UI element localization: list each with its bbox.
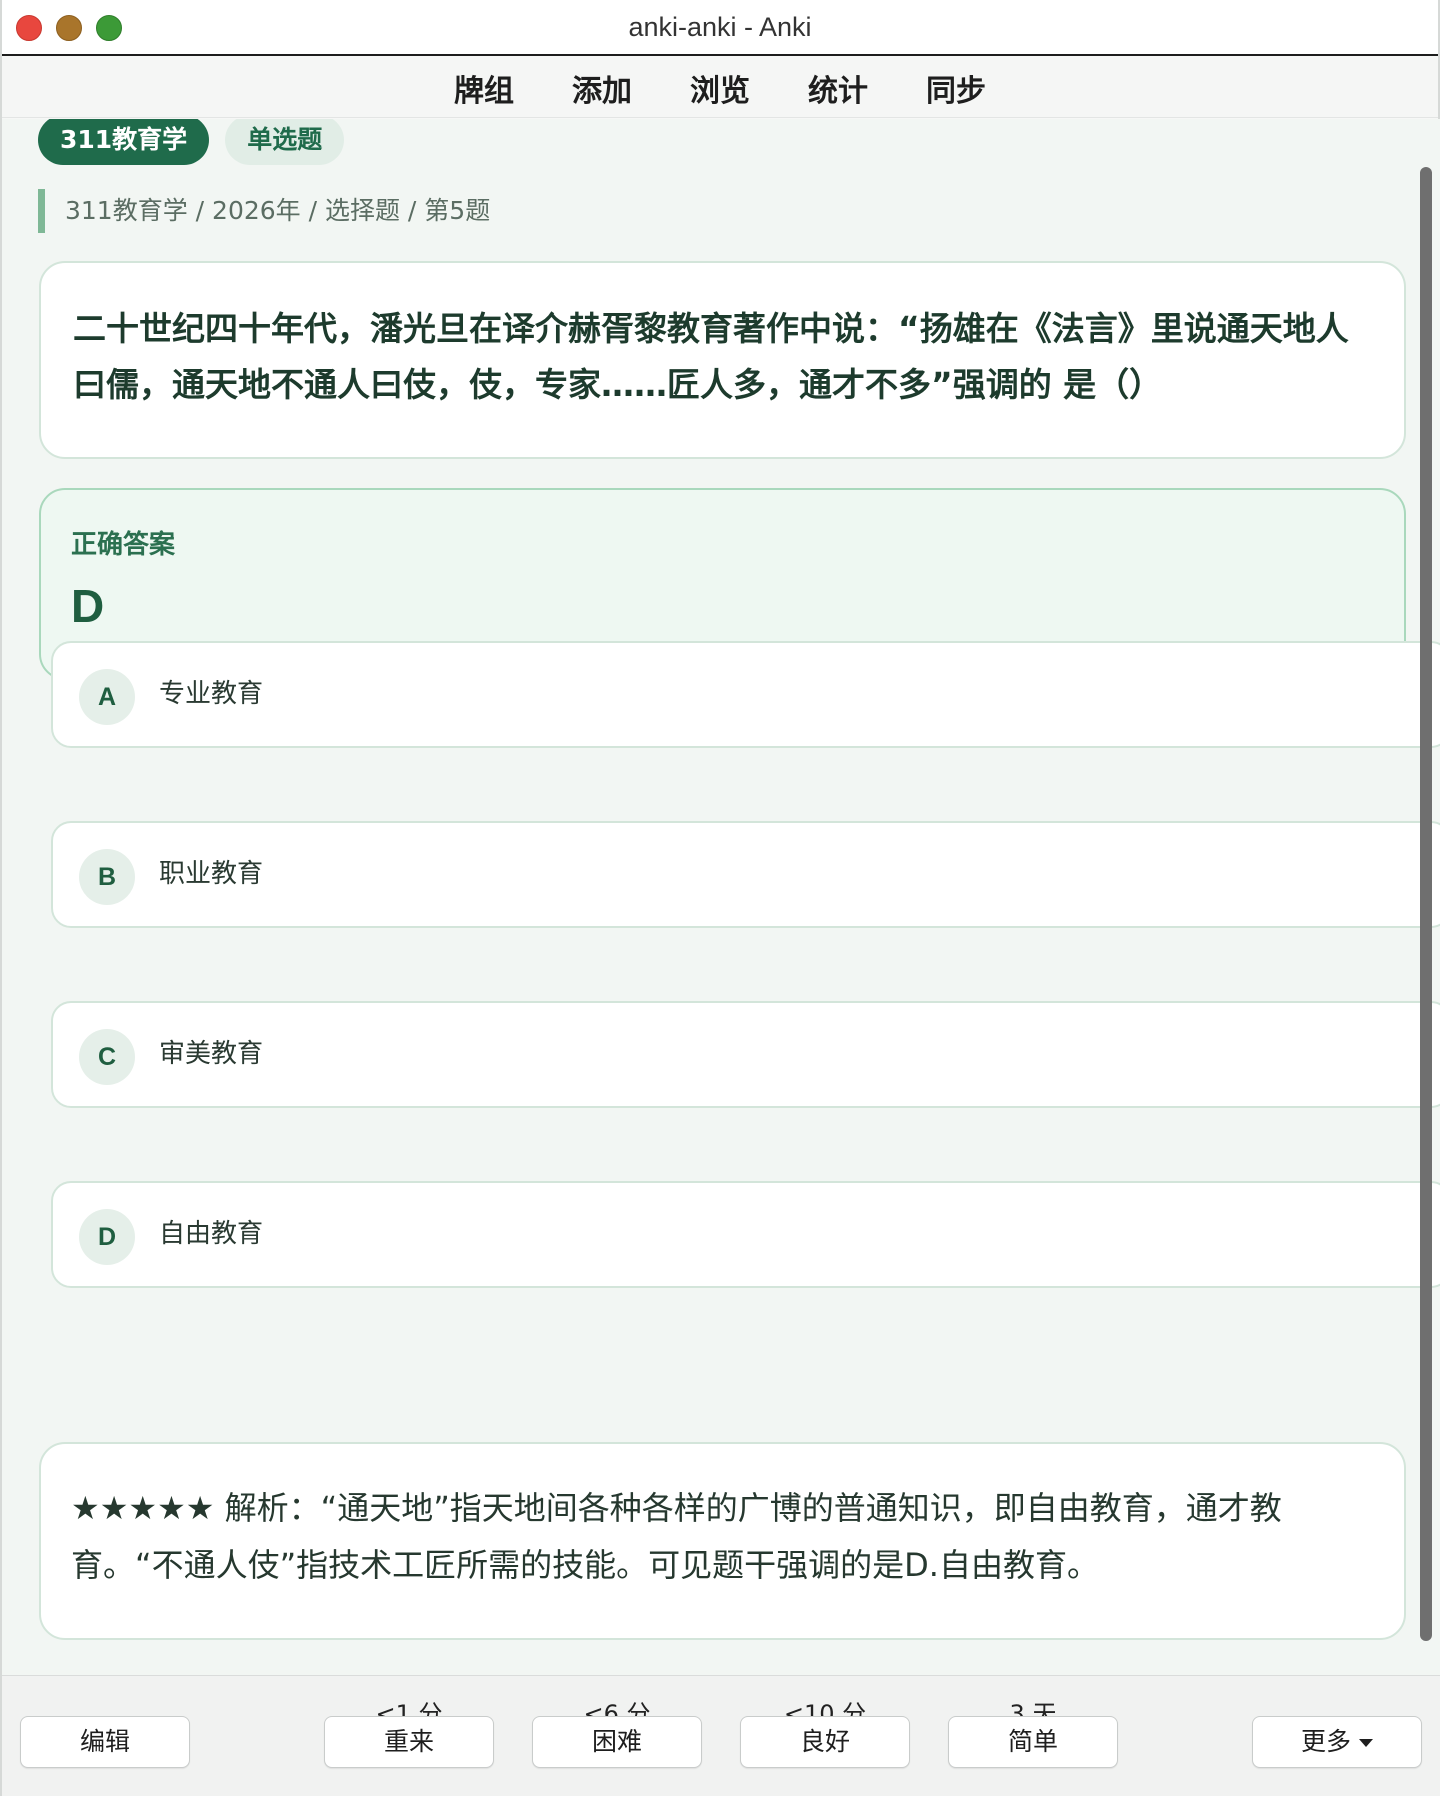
- more-label: 更多: [1300, 1727, 1351, 1756]
- answer-label: 正确答案: [71, 530, 176, 560]
- toolbar-sync[interactable]: 同步: [926, 66, 986, 110]
- again-button[interactable]: 重来: [324, 1716, 494, 1768]
- option-text: 自由教育: [159, 1219, 264, 1249]
- title-bar: anki-anki - Anki: [2, 0, 1438, 56]
- option-b[interactable]: B 职业教育: [51, 821, 1440, 928]
- option-d[interactable]: D 自由教育: [51, 1181, 1440, 1288]
- subject-tag: 311教育学: [38, 119, 210, 165]
- question-card: 二十世纪四十年代，潘光旦在译介赫胥黎教育著作中说：“扬雄在《法言》里说通天地人曰…: [39, 261, 1406, 459]
- option-letter: D: [79, 1209, 135, 1265]
- good-button[interactable]: 良好: [740, 1716, 910, 1768]
- explanation-text: ★★★★★ 解析：“通天地”指天地间各种各样的广博的普通知识，即自由教育，通才教…: [71, 1489, 1282, 1584]
- card-review-area: 311教育学 单选题 311教育学 / 2026年 / 选择题 / 第5题 二十…: [2, 119, 1440, 1675]
- vertical-scrollbar[interactable]: [1420, 167, 1432, 1641]
- edit-button[interactable]: 编辑: [20, 1716, 190, 1768]
- toolbar-decks[interactable]: 牌组: [454, 66, 514, 110]
- option-text: 审美教育: [159, 1039, 264, 1069]
- toolbar-stats[interactable]: 统计: [808, 66, 868, 110]
- option-letter: B: [79, 849, 135, 905]
- toolbar-add[interactable]: 添加: [572, 66, 632, 110]
- review-bottom-bar: 编辑 <1 分 重来 <6 分 困难 <10 分 良好 3 天 简单 更多: [2, 1675, 1440, 1796]
- easy-button[interactable]: 简单: [948, 1716, 1118, 1768]
- option-letter: A: [79, 669, 135, 725]
- main-toolbar: 牌组 添加 浏览 统计 同步: [2, 58, 1438, 118]
- option-text: 专业教育: [159, 679, 264, 709]
- more-button[interactable]: 更多: [1252, 1716, 1422, 1768]
- breadcrumb: 311教育学 / 2026年 / 选择题 / 第5题: [38, 189, 490, 233]
- chevron-down-icon: [1359, 1739, 1373, 1747]
- question-text: 二十世纪四十年代，潘光旦在译介赫胥黎教育著作中说：“扬雄在《法言》里说通天地人曰…: [73, 309, 1349, 404]
- window-title: anki-anki - Anki: [628, 12, 812, 42]
- option-letter: C: [79, 1029, 135, 1085]
- option-text: 职业教育: [159, 859, 264, 889]
- anki-window: anki-anki - Anki 牌组 添加 浏览 统计 同步 311教育学 单…: [0, 0, 1440, 1796]
- option-a[interactable]: A 专业教育: [51, 641, 1440, 748]
- toolbar-browse[interactable]: 浏览: [690, 66, 750, 110]
- question-type-tag: 单选题: [225, 119, 345, 165]
- hard-button[interactable]: 困难: [532, 1716, 702, 1768]
- option-c[interactable]: C 审美教育: [51, 1001, 1440, 1108]
- explanation-card: ★★★★★ 解析：“通天地”指天地间各种各样的广博的普通知识，即自由教育，通才教…: [39, 1442, 1406, 1640]
- tag-list: 311教育学 单选题: [38, 119, 345, 165]
- answer-value: D: [71, 580, 105, 632]
